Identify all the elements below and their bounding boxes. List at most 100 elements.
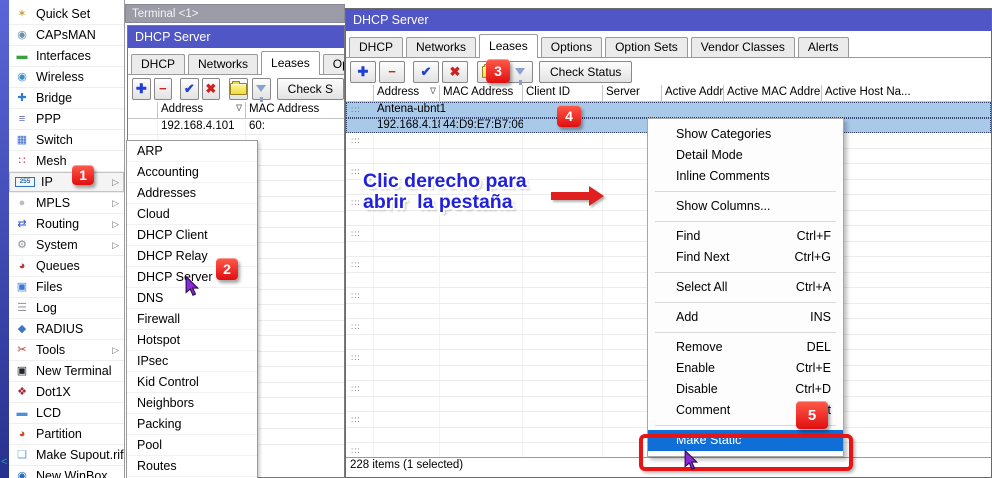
ip-submenu-item-accounting[interactable]: Accounting [127,162,257,183]
sidebar-item-ip[interactable]: 255IP▷ [9,172,124,193]
sidebar-item-interfaces[interactable]: ▬Interfaces [9,46,124,67]
interfaces-icon: ▬ [14,50,30,62]
context-menu-item-show-columns[interactable]: Show Columns... [648,196,843,217]
lease-comment-row[interactable]: :::Antena-ubnt1 [346,102,991,118]
tab-alerts[interactable]: Alerts [798,37,849,57]
tab-options[interactable]: Options [323,54,345,74]
sidebar-item-wireless[interactable]: ◉Wireless [9,67,124,88]
sidebar-item-routing[interactable]: ⇄Routing▷ [9,214,124,235]
context-menu-item-enable[interactable]: EnableCtrl+E [648,358,843,379]
add-button[interactable]: ✚ [350,61,376,83]
disable-button[interactable]: ✖ [442,61,468,83]
sidebar-item-dot1x[interactable]: ❖Dot1X [9,382,124,403]
table-cell [346,149,374,164]
add-button[interactable]: ✚ [132,78,151,100]
tab-options[interactable]: Options [541,37,602,57]
context-menu-item-show-categories[interactable]: Show Categories [648,124,843,145]
context-menu-item-find-next[interactable]: Find NextCtrl+G [648,247,843,268]
context-menu-item-add[interactable]: AddINS [648,307,843,328]
tab-leases[interactable]: Leases [261,51,320,75]
tab-leases[interactable]: Leases [479,34,538,58]
enable-button[interactable]: ✔ [413,61,439,83]
table-cell [374,304,440,319]
context-menu-item-detail-mode[interactable]: Detail Mode [648,145,843,166]
sidebar-item-system[interactable]: ⚙System▷ [9,235,124,256]
column-header-address[interactable]: Address∇ [374,85,440,102]
column-header-mac-address[interactable]: MAC Address [246,102,345,119]
column-header-mac-address[interactable]: MAC Address [440,85,523,102]
check-status-button[interactable]: Check S [277,78,344,100]
ip-submenu-item-packing[interactable]: Packing [127,414,257,435]
context-menu-item-find[interactable]: FindCtrl+F [648,226,843,247]
lease-row[interactable]: 192.168.4.10160: [128,119,344,135]
comment-button[interactable] [229,78,248,100]
sidebar-item-bridge[interactable]: ✚Bridge [9,88,124,109]
ip-submenu-item-pool[interactable]: Pool [127,435,257,456]
remove-button[interactable]: − [154,78,173,100]
step-badge-1: 1 [72,165,94,185]
tab-option-sets[interactable]: Option Sets [605,37,688,57]
ip-submenu-item-addresses[interactable]: Addresses [127,183,257,204]
context-menu-item-disable[interactable]: DisableCtrl+D [648,379,843,400]
column-header-client-id[interactable]: Client ID [523,85,603,102]
sidebar-item-mpls[interactable]: ●MPLS▷ [9,193,124,214]
sidebar-item-files[interactable]: ▣Files [9,277,124,298]
check-status-button[interactable]: Check Status [539,61,632,83]
ip-submenu-item-neighbors[interactable]: Neighbors [127,393,257,414]
column-header-row-number[interactable] [346,85,374,102]
remove-button[interactable]: − [379,61,405,83]
ip-submenu-item-kid-control[interactable]: Kid Control [127,372,257,393]
tab-vendor-classes[interactable]: Vendor Classes [691,37,795,57]
context-menu-item-inline-comments[interactable]: Inline Comments [648,166,843,187]
sidebar-item-ppp[interactable]: ≡PPP [9,109,124,130]
enable-button[interactable]: ✔ [180,78,199,100]
sidebar-item-new-terminal[interactable]: ▣New Terminal [9,361,124,382]
sidebar-item-queues[interactable]: ◕Queues [9,256,124,277]
column-header-active-mac-addre[interactable]: Active MAC Addre... [724,85,822,102]
ip-submenu-item-routes[interactable]: Routes [127,456,257,477]
column-header-address[interactable]: Address∇ [158,102,246,119]
disable-button[interactable]: ✖ [202,78,221,100]
bg-window-titlebar[interactable]: DHCP Server [128,26,344,48]
sidebar-item-lcd[interactable]: ▬LCD [9,403,124,424]
column-header-server[interactable]: Server [603,85,662,102]
context-menu-item-remove[interactable]: RemoveDEL [648,337,843,358]
sidebar-item-label: IP [41,175,53,189]
tab-networks[interactable]: Networks [406,37,476,57]
tab-dhcp[interactable]: DHCP [349,37,403,57]
sidebar-item-quick-set[interactable]: ✶Quick Set [9,4,124,25]
column-header-active-host-na[interactable]: Active Host Na... [822,85,992,102]
main-window-titlebar[interactable]: DHCP Server [346,9,991,31]
table-cell [346,366,374,381]
sidebar-item-radius[interactable]: ◆RADIUS [9,319,124,340]
table-cell [822,273,991,288]
ip-submenu-item-firewall[interactable]: Firewall [127,309,257,330]
table-cell [523,304,603,319]
ip-submenu-item-dhcp-client[interactable]: DHCP Client [127,225,257,246]
context-menu-item-select-all[interactable]: Select AllCtrl+A [648,277,843,298]
sidebar-item-make-supout-rif[interactable]: ❏Make Supout.rif [9,445,124,466]
sidebar-item-log[interactable]: ☰Log [9,298,124,319]
ip-submenu-item-ipsec[interactable]: IPsec [127,351,257,372]
sidebar-item-mesh[interactable]: ∷Mesh [9,151,124,172]
filter-button[interactable] [252,78,271,100]
tab-dhcp[interactable]: DHCP [131,54,185,74]
main-window-title: DHCP Server [353,13,428,27]
sidebar-item-partition[interactable]: ◕Partition [9,424,124,445]
sidebar-item-capsman[interactable]: ◉CAPsMAN [9,25,124,46]
menu-separator [655,191,836,192]
ip-submenu-item-arp[interactable]: ARP [127,141,257,162]
ip-submenu-item-hotspot[interactable]: Hotspot [127,330,257,351]
sidebar-item-tools[interactable]: ✂Tools▷ [9,340,124,361]
column-header-row-number[interactable] [128,102,158,119]
tools-icon: ✂ [14,344,30,356]
table-cell [346,242,374,257]
ip-submenu-item-cloud[interactable]: Cloud [127,204,257,225]
column-header-active-address[interactable]: Active Address [662,85,724,102]
filter-button[interactable] [507,61,533,83]
menu-item-label: Comment [676,400,730,421]
terminal-window-titlebar[interactable]: Terminal <1> [125,4,345,23]
tab-networks[interactable]: Networks [188,54,258,74]
sidebar-item-new-winbox[interactable]: ◉New WinBox [9,466,124,478]
sidebar-item-switch[interactable]: ▦Switch [9,130,124,151]
